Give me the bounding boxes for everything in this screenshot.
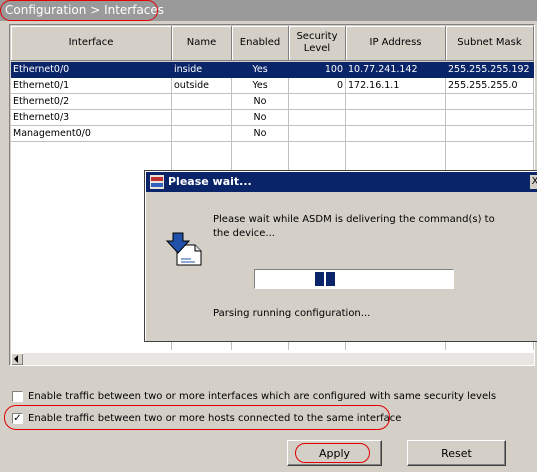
dialog-status-text: Parsing running configuration... <box>213 308 371 319</box>
dialog-close-button[interactable]: X <box>530 175 537 189</box>
ip-address-cell <box>346 110 446 126</box>
interface-cell: Ethernet0/3 <box>11 110 172 126</box>
column-header-subnet-mask[interactable]: Subnet Mask <box>446 26 534 61</box>
subnet-mask-cell: 255.255.255.0 <box>446 78 534 94</box>
horizontal-scrollbar[interactable] <box>11 353 534 365</box>
dialog-message: Please wait while ASDM is delivering the… <box>213 214 495 239</box>
apply-highlight-annotation <box>295 443 370 463</box>
dialog-title: Please wait... <box>168 175 252 188</box>
subnet-mask-cell <box>446 94 534 110</box>
table-row[interactable]: Management0/0 No <box>11 126 534 142</box>
interface-cell: Ethernet0/1 <box>11 78 172 94</box>
name-cell: inside <box>172 62 232 78</box>
reset-button[interactable]: Reset <box>407 440 506 466</box>
name-cell <box>172 110 232 126</box>
subnet-mask-cell <box>446 110 534 126</box>
breadcrumb-bar: Configuration > Interfaces <box>0 0 537 21</box>
subnet-mask-cell <box>446 126 534 142</box>
name-cell: outside <box>172 78 232 94</box>
progress-block <box>326 272 335 286</box>
enabled-cell: Yes <box>232 62 289 78</box>
asdm-app-icon <box>150 175 164 189</box>
enabled-cell: No <box>232 94 289 110</box>
interface-cell: Ethernet0/0 <box>11 62 172 78</box>
security-level-cell <box>289 94 346 110</box>
column-header-ip-address[interactable]: IP Address <box>346 26 446 61</box>
interface-cell: Ethernet0/2 <box>11 94 172 110</box>
ip-address-cell <box>346 126 446 142</box>
empty-table-row <box>11 142 534 158</box>
progress-block <box>315 272 324 286</box>
ip-address-cell: 172.16.1.1 <box>346 78 446 94</box>
interface-cell: Management0/0 <box>11 126 172 142</box>
security-level-cell: 0 <box>289 78 346 94</box>
enabled-cell: No <box>232 110 289 126</box>
name-cell <box>172 126 232 142</box>
column-header-interface[interactable]: Interface <box>11 26 172 61</box>
breadcrumb-highlight-annotation <box>0 0 158 21</box>
name-cell <box>172 94 232 110</box>
dialog-title-bar[interactable]: Please wait... X <box>146 172 537 192</box>
subnet-mask-cell: 255.255.255.192 <box>446 62 534 78</box>
column-header-name[interactable]: Name <box>172 26 232 61</box>
enabled-cell: Yes <box>232 78 289 94</box>
same-security-label: Enable traffic between two or more inter… <box>28 390 497 402</box>
column-header-security-level[interactable]: Security Level <box>289 26 346 61</box>
table-row[interactable]: Ethernet0/2 No <box>11 94 534 110</box>
document-download-icon <box>165 232 202 266</box>
progress-bar <box>254 269 454 289</box>
security-level-cell <box>289 126 346 142</box>
table-row[interactable]: Ethernet0/3 No <box>11 110 534 126</box>
table-row[interactable]: Ethernet0/1 outside Yes 0 172.16.1.1 255.255.… <box>11 78 534 94</box>
please-wait-dialog: Please wait... X Please wait while ASDM … <box>144 170 537 342</box>
same-security-checkbox[interactable] <box>12 390 23 402</box>
table-row[interactable]: Ethernet0/0 inside Yes 100 10.77.241.142 255.… <box>11 62 534 78</box>
ip-address-cell <box>346 94 446 110</box>
security-level-cell <box>289 110 346 126</box>
security-level-cell: 100 <box>289 62 346 78</box>
scroll-left-arrow-icon[interactable] <box>11 353 23 365</box>
enabled-cell: No <box>232 126 289 142</box>
column-header-enabled[interactable]: Enabled <box>232 26 289 61</box>
ip-address-cell: 10.77.241.142 <box>346 62 446 78</box>
option-highlight-annotation <box>4 405 390 430</box>
same-security-option[interactable]: Enable traffic between two or more inter… <box>12 389 496 403</box>
